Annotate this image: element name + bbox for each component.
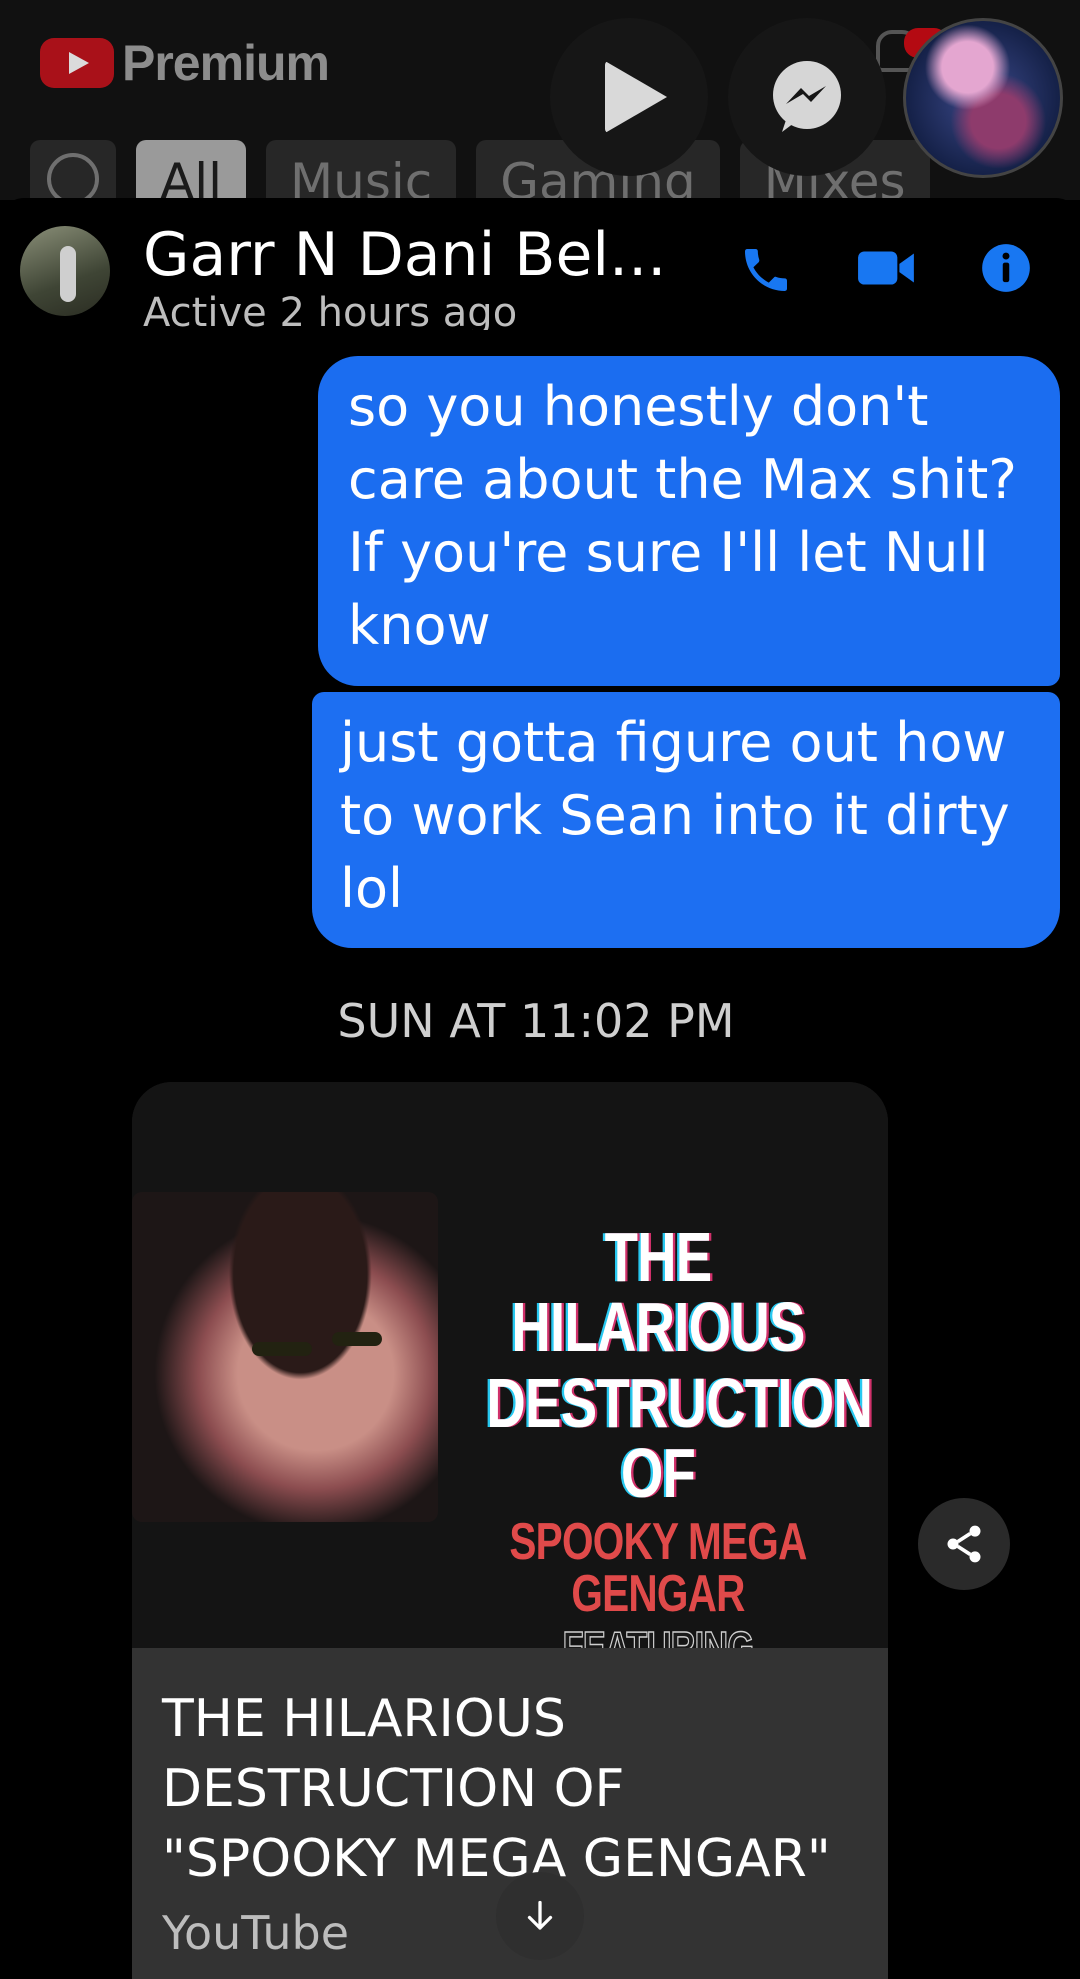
- youtube-pip-play-bubble[interactable]: [550, 18, 708, 176]
- arrow-down-icon: [527, 1900, 553, 1930]
- share-icon: [947, 1525, 981, 1563]
- video-call-icon[interactable]: [856, 242, 918, 294]
- outgoing-message-bubble[interactable]: just gotta figure out how to work Sean i…: [312, 692, 1060, 948]
- profile-chat-head-avatar[interactable]: [903, 18, 1063, 178]
- contact-name[interactable]: Garr N Dani Bel...: [143, 220, 666, 290]
- link-card-source: YouTube: [162, 1906, 350, 1960]
- messenger-icon: [773, 61, 841, 132]
- link-card-title: THE HILARIOUS DESTRUCTION OF "SPOOKY MEG…: [162, 1689, 831, 1889]
- shared-link-card[interactable]: THE HILARIOUS DESTRUCTION OF SPOOKY MEGA…: [132, 1082, 888, 1979]
- thumbnail-line: THE HILARIOUS: [511, 1218, 805, 1366]
- thumbnail-line: SPOOKY MEGA GENGAR: [509, 1513, 807, 1623]
- phone-call-icon[interactable]: [738, 242, 794, 298]
- youtube-logo[interactable]: Premium: [40, 34, 330, 92]
- youtube-brand-label: Premium: [122, 35, 330, 91]
- info-icon[interactable]: [980, 242, 1032, 294]
- messenger-chat-head[interactable]: [728, 18, 886, 176]
- message-timestamp: SUN AT 11:02 PM: [0, 994, 1080, 1048]
- video-thumbnail[interactable]: THE HILARIOUS DESTRUCTION OF SPOOKY MEGA…: [132, 1082, 888, 1714]
- thumbnail-line: DESTRUCTION OF: [486, 1364, 873, 1512]
- scroll-to-bottom-button[interactable]: [496, 1872, 584, 1960]
- contact-avatar[interactable]: [20, 226, 110, 316]
- contact-active-status: Active 2 hours ago: [143, 290, 518, 330]
- share-button[interactable]: [918, 1498, 1010, 1590]
- thumbnail-title-text: THE HILARIOUS DESTRUCTION OF SPOOKY MEGA…: [438, 1222, 878, 1714]
- thumbnail-portrait-image: [132, 1192, 438, 1522]
- chat-header: Garr N Dani Bel... Active 2 hours ago: [0, 198, 1080, 338]
- chat-panel: Garr N Dani Bel... Active 2 hours ago so…: [0, 198, 1080, 1979]
- outgoing-message-bubble[interactable]: so you honestly don't care about the Max…: [318, 356, 1060, 686]
- timestamp-text: SUN AT 11:02 PM: [337, 994, 735, 1048]
- youtube-play-logo-icon: [40, 38, 114, 88]
